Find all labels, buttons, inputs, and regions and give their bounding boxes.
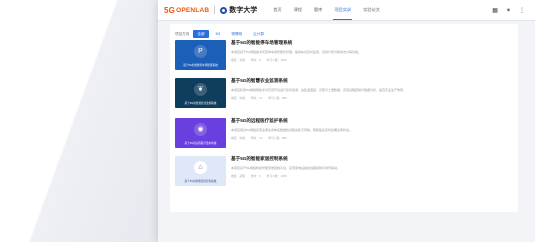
university-name: 数字大学 [229, 7, 258, 14]
thumbnail-caption: 基于5G的智慧农业监测系统 [184, 102, 217, 105]
thumbnail-caption: 基于5G的远程医疗监护系统 [184, 142, 217, 145]
course-learners: 学习人数：1200 [266, 58, 287, 62]
course-title[interactable]: 基于5G的智慧农业监测系统 [231, 78, 513, 84]
university-logo-icon [220, 6, 228, 14]
nav-item-home[interactable]: 首页 [267, 0, 287, 20]
course-thumbnail[interactable]: ⌂ 基于5G的智能家居控制系统 [175, 156, 226, 186]
course-meta: 难度：初级 学时：8 学习人数：1200 [231, 58, 513, 62]
course-hours: 学时：10 [250, 136, 263, 140]
thumbnail-caption: 基于5G的智能家居控制系统 [184, 180, 217, 183]
openlab-logo-icon: 5G [164, 5, 176, 15]
course-learners: 学习人数：860 [268, 136, 287, 140]
filter-chip-all[interactable]: 全部 [193, 30, 209, 38]
course-level: 难度：初级 [231, 174, 245, 178]
course-meta: 难度：中级 学时：12 学习人数：980 [231, 96, 513, 100]
course-hours: 学时：8 [250, 174, 261, 178]
course-description: 本项目基于5G网络技术实现停车场智能化管理，提供车位实时监测、自动计费与移动支付… [231, 50, 362, 54]
course-hours: 学时：12 [250, 96, 263, 100]
filter-chip-iot[interactable]: 物联网 [227, 30, 246, 38]
top-navigation-bar: 5G OPENLAB 数字大学 首页 课程 题库 项目实训 实验论文 ▦ ✶ ⋮ [158, 0, 535, 21]
thumbnail-caption: 基于5G的智能停车场管理系统 [183, 64, 218, 67]
course-learners: 学习人数：980 [268, 96, 287, 100]
parking-icon: P [194, 45, 207, 58]
nav-item-courses[interactable]: 课程 [288, 0, 308, 20]
leaf-icon: ❦ [194, 83, 207, 96]
openlab-logo[interactable]: 5G OPENLAB [164, 6, 209, 15]
course-thumbnail[interactable]: ❦ 基于5G的智慧农业监测系统 [175, 78, 226, 108]
direction-filter: 项目方向 全部 5G 物联网 云计算 [175, 30, 271, 38]
user-menu-icon[interactable]: ⋮ [519, 7, 525, 14]
course-info: 基于5G的远程医疗监护系统 本项目通过5G网络实现患者生命体征数据的远程采集与传… [231, 118, 513, 140]
course-item[interactable]: ❦ 基于5G的智慧农业监测系统 基于5G的智慧农业监测系统 本项目利用5G物联网… [175, 78, 513, 112]
main-nav: 首页 课程 题库 项目实训 实验论文 [267, 0, 386, 20]
browser-window: 5G OPENLAB 数字大学 首页 课程 题库 项目实训 实验论文 ▦ ✶ ⋮… [158, 0, 535, 242]
filter-chip-5g[interactable]: 5G [212, 31, 225, 38]
course-title[interactable]: 基于5G的智能停车场管理系统 [231, 40, 513, 46]
course-description: 本项目利用5G物联网技术对农田环境进行实时监测，采集温湿度、光照与土壤数据，实现… [231, 88, 407, 92]
filter-label: 项目方向 [175, 31, 190, 36]
course-title[interactable]: 基于5G的远程医疗监护系统 [231, 118, 513, 124]
course-description: 本项目基于5G网络构建智能家居控制平台，实现家电设备的远程控制与场景联动。 [231, 166, 341, 170]
project-list-panel: 项目方向 全部 5G 物联网 云计算 P 基于5G的智能停车场管理系统 基于5G… [170, 24, 518, 212]
course-description: 本项目通过5G网络实现患者生命体征数据的远程采集与传输，帮助医生实时掌握患者状态… [231, 128, 353, 132]
course-level: 难度：中级 [231, 96, 245, 100]
course-learners: 学习人数：1050 [266, 174, 287, 178]
nav-item-question-bank[interactable]: 题库 [308, 0, 328, 20]
toolbar-icons: ▦ ✶ ⋮ [492, 0, 525, 20]
nav-item-projects[interactable]: 项目实训 [328, 0, 357, 20]
signal-icon: ◉ [194, 123, 207, 136]
filter-chip-cloud[interactable]: 云计算 [249, 30, 268, 38]
calendar-icon[interactable]: ▦ [492, 7, 498, 14]
course-item[interactable]: ⌂ 基于5G的智能家居控制系统 基于5G的智能家居控制系统 本项目基于5G网络构… [175, 156, 513, 190]
course-meta: 难度：中级 学时：10 学习人数：860 [231, 136, 513, 140]
course-thumbnail[interactable]: ◉ 基于5G的远程医疗监护系统 [175, 118, 226, 148]
course-hours: 学时：8 [250, 58, 261, 62]
bell-icon[interactable]: ✶ [506, 7, 511, 14]
course-info: 基于5G的智能停车场管理系统 本项目基于5G网络技术实现停车场智能化管理，提供车… [231, 40, 513, 62]
background-decoration [0, 0, 170, 242]
course-item[interactable]: P 基于5G的智能停车场管理系统 基于5G的智能停车场管理系统 本项目基于5G网… [175, 40, 513, 74]
nav-item-papers[interactable]: 实验论文 [357, 0, 386, 20]
course-level: 难度：初级 [231, 58, 245, 62]
course-level: 难度：中级 [231, 136, 245, 140]
openlab-logo-text: OPENLAB [176, 6, 210, 14]
course-meta: 难度：初级 学时：8 学习人数：1050 [231, 174, 513, 178]
course-title[interactable]: 基于5G的智能家居控制系统 [231, 156, 513, 162]
university-logo[interactable]: 数字大学 [220, 5, 257, 15]
course-item[interactable]: ◉ 基于5G的远程医疗监护系统 基于5G的远程医疗监护系统 本项目通过5G网络实… [175, 118, 513, 152]
home-icon: ⌂ [194, 161, 207, 174]
course-info: 基于5G的智慧农业监测系统 本项目利用5G物联网技术对农田环境进行实时监测，采集… [231, 78, 513, 100]
course-info: 基于5G的智能家居控制系统 本项目基于5G网络构建智能家居控制平台，实现家电设备… [231, 156, 513, 178]
course-thumbnail[interactable]: P 基于5G的智能停车场管理系统 [175, 40, 226, 70]
logo-divider [214, 6, 216, 14]
